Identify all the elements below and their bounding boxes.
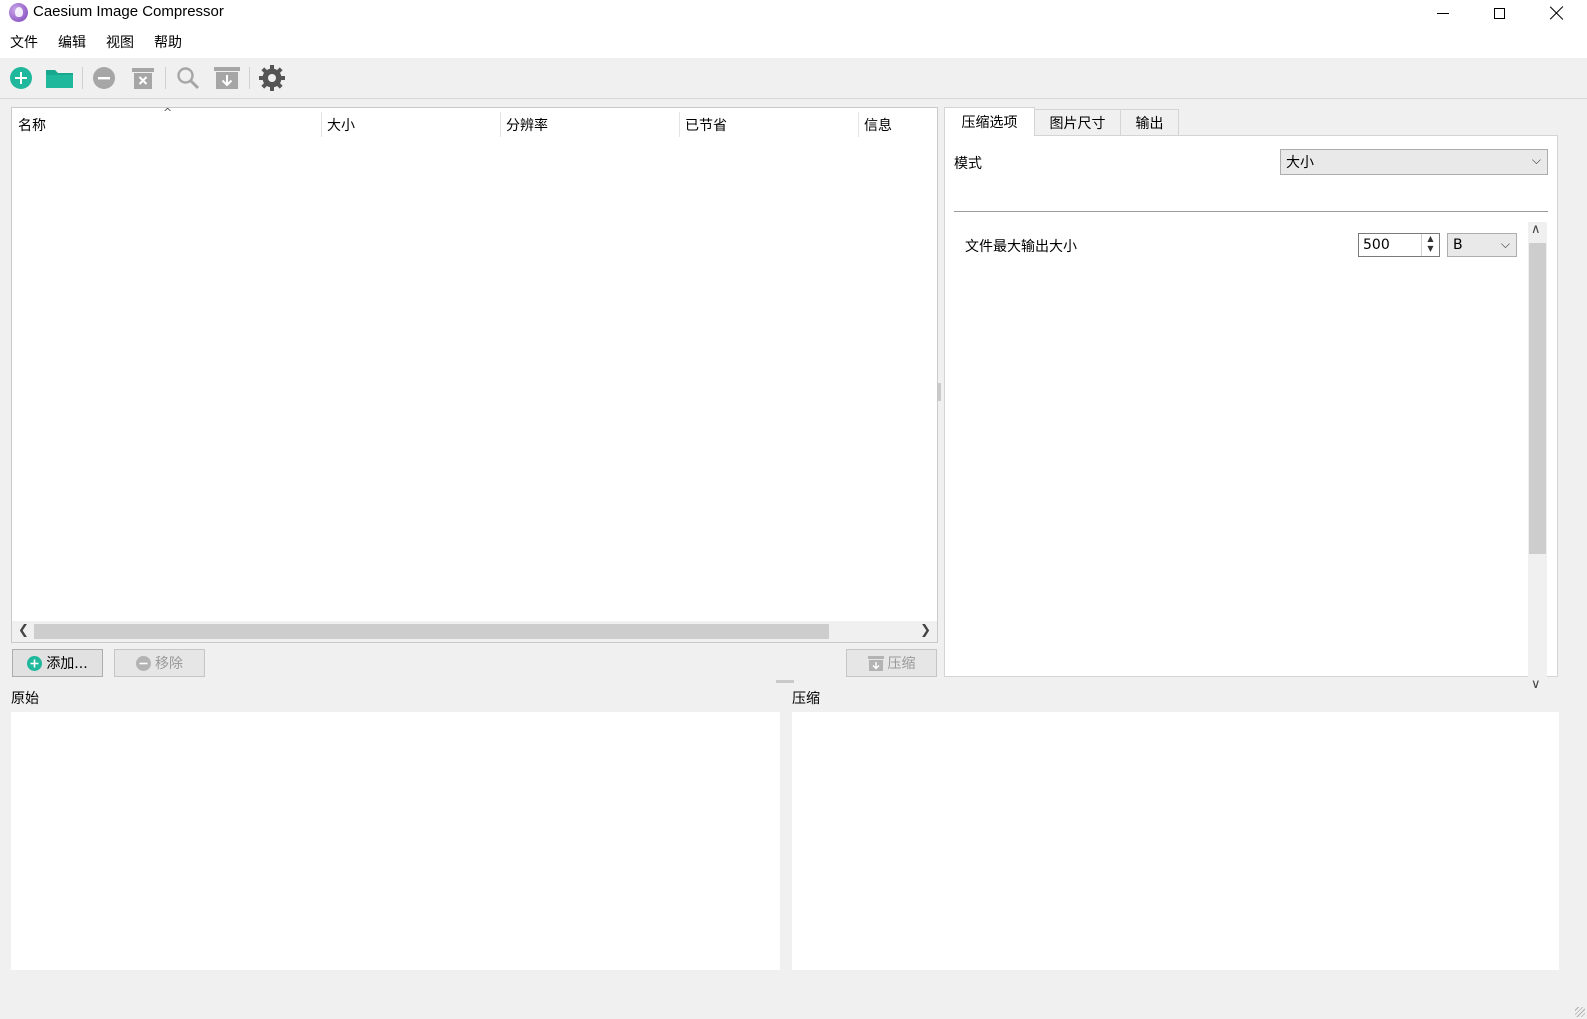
table-header: 名称 ^ 大小 分辨率 已节省 信息 (12, 106, 937, 139)
compress-icon (867, 655, 884, 671)
sort-asc-icon: ^ (163, 106, 173, 119)
scrollbar-thumb[interactable] (34, 624, 829, 639)
file-list-table[interactable]: 名称 ^ 大小 分辨率 已节省 信息 ❮ ❯ (11, 106, 938, 643)
menu-bar: 文件 编辑 视图 帮助 (0, 26, 1587, 58)
title-bar: Caesium Image Compressor (0, 0, 1587, 26)
add-folder-button[interactable] (45, 65, 75, 91)
compress-toolbar-button[interactable] (214, 65, 240, 91)
remove-icon (93, 67, 115, 89)
remove-button[interactable] (91, 65, 117, 91)
size-unit-select[interactable]: B ⌵ (1447, 233, 1517, 257)
close-icon (1550, 6, 1564, 20)
tab-image-size[interactable]: 图片尺寸 (1034, 109, 1121, 136)
size-unit-value: B (1453, 237, 1463, 253)
original-preview-area (11, 712, 780, 970)
column-size[interactable]: 大小 (327, 115, 355, 135)
settings-button[interactable] (258, 65, 286, 91)
menu-view[interactable]: 视图 (106, 32, 134, 52)
chevron-down-icon: ⌵ (1531, 153, 1541, 167)
stepper-buttons[interactable]: ▲ ▼ (1421, 234, 1439, 256)
tab-compression-options[interactable]: 压缩选项 (944, 107, 1035, 136)
scroll-right-icon[interactable]: ❯ (920, 623, 931, 638)
max-output-size-value: 500 (1363, 237, 1390, 253)
compression-options-pane: 模式 大小 ⌵ 文件最大输出大小 500 ▲ ▼ B ⌵ ∧ ∨ (944, 135, 1558, 692)
toolbar (0, 58, 1587, 99)
maximize-icon (1494, 7, 1505, 19)
compress-button-label: 压缩 (887, 656, 916, 672)
maximize-button[interactable] (1471, 0, 1528, 26)
close-button[interactable] (1528, 0, 1585, 26)
add-file-icon (10, 67, 32, 89)
app-logo-icon (9, 3, 28, 22)
compress-button[interactable]: 压缩 (846, 649, 937, 677)
column-saved[interactable]: 已节省 (685, 115, 727, 135)
mode-select-value: 大小 (1286, 155, 1314, 171)
options-panel: 压缩选项 图片尺寸 输出 模式 大小 ⌵ 文件最大输出大小 500 ▲ ▼ B … (944, 107, 1558, 692)
minus-circle-icon (136, 655, 151, 671)
menu-edit[interactable]: 编辑 (58, 32, 86, 52)
gear-icon (259, 65, 285, 91)
menu-file[interactable]: 文件 (10, 32, 38, 52)
vertical-scrollbar[interactable]: ∧ ∨ (1528, 222, 1547, 692)
column-info[interactable]: 信息 (864, 115, 892, 135)
column-resolution[interactable]: 分辨率 (506, 115, 548, 135)
compressed-preview-area (792, 712, 1559, 970)
add-file-button[interactable] (8, 65, 34, 91)
scroll-down-icon[interactable]: ∨ (1531, 677, 1541, 692)
scroll-up-icon[interactable]: ∧ (1531, 222, 1541, 237)
vertical-splitter-handle[interactable] (938, 383, 941, 401)
compressed-preview-label: 压缩 (792, 691, 820, 707)
column-name[interactable]: 名称 (18, 115, 46, 135)
resize-grip[interactable] (1575, 1007, 1585, 1017)
open-folder-icon (46, 70, 73, 88)
add-button[interactable]: 添加... (12, 649, 103, 677)
max-output-size-stepper[interactable]: 500 ▲ ▼ (1358, 233, 1440, 257)
stepper-down-icon[interactable]: ▼ (1422, 244, 1439, 254)
window-title: Caesium Image Compressor (33, 3, 224, 20)
original-preview-label: 原始 (11, 691, 39, 707)
clear-list-button[interactable] (130, 65, 156, 91)
chevron-down-icon: ⌵ (1500, 237, 1510, 251)
clear-list-icon (132, 68, 154, 89)
max-output-size-label: 文件最大输出大小 (965, 239, 1077, 255)
remove-button-label: 移除 (155, 656, 183, 672)
search-icon (177, 67, 200, 90)
horizontal-scrollbar[interactable]: ❮ ❯ (12, 621, 937, 642)
add-button-label: 添加... (46, 656, 88, 672)
scrollbar-thumb[interactable] (1529, 243, 1546, 554)
compress-icon (214, 67, 240, 89)
menu-help[interactable]: 帮助 (154, 32, 182, 52)
scroll-left-icon[interactable]: ❮ (18, 623, 29, 638)
minimize-button[interactable] (1414, 0, 1471, 26)
stepper-up-icon[interactable]: ▲ (1422, 234, 1439, 244)
remove-item-button[interactable]: 移除 (114, 649, 205, 677)
minimize-icon (1436, 12, 1449, 14)
mode-label: 模式 (954, 156, 982, 172)
divider (954, 211, 1548, 212)
preview-button[interactable] (175, 65, 201, 91)
plus-circle-icon (27, 655, 43, 671)
mode-select[interactable]: 大小 ⌵ (1280, 149, 1548, 175)
tab-output[interactable]: 输出 (1120, 109, 1179, 136)
horizontal-splitter-handle[interactable] (776, 680, 794, 683)
